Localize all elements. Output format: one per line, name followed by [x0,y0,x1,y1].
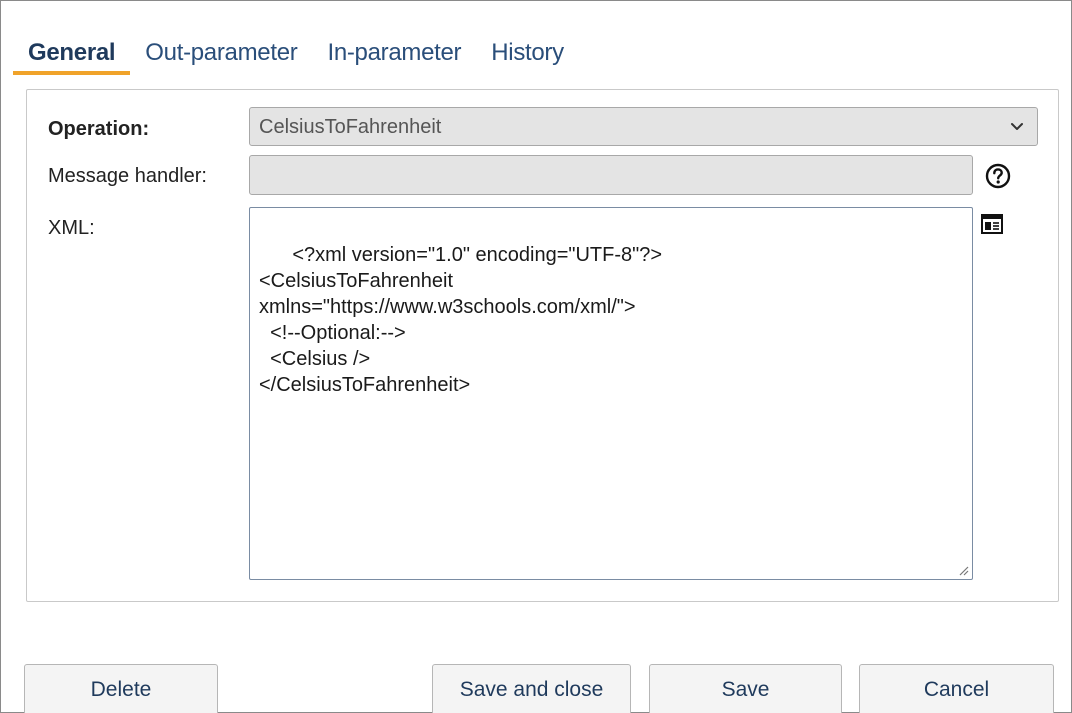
document-icon[interactable] [981,214,1003,234]
save-and-close-button[interactable]: Save and close [432,664,631,713]
message-handler-field[interactable] [249,155,973,195]
tab-in-parameter[interactable]: In-parameter [312,31,476,75]
help-circle-icon[interactable] [984,162,1012,190]
tab-out-parameter[interactable]: Out-parameter [130,31,312,75]
save-button[interactable]: Save [649,664,842,713]
xml-label: XML: [48,217,95,239]
message-handler-label: Message handler: [48,165,207,187]
tab-bar: General Out-parameter In-parameter Histo… [13,31,579,77]
delete-button[interactable]: Delete [24,664,218,713]
operation-label: Operation: [48,118,150,140]
general-panel: Operation: CelsiusToFahrenheit Message h… [26,89,1059,602]
chevron-down-icon [1011,123,1023,130]
resize-handle-icon[interactable] [957,564,969,576]
xml-textarea[interactable]: <?xml version="1.0" encoding="UTF-8"?> <… [249,207,973,580]
operation-select[interactable]: CelsiusToFahrenheit [249,107,1038,146]
tab-history[interactable]: History [476,31,579,75]
xml-content: <?xml version="1.0" encoding="UTF-8"?> <… [259,244,663,396]
tab-general[interactable]: General [13,31,131,75]
cancel-button[interactable]: Cancel [859,664,1054,713]
operation-value: CelsiusToFahrenheit [259,116,442,138]
dialog: General Out-parameter In-parameter Histo… [0,0,1072,713]
